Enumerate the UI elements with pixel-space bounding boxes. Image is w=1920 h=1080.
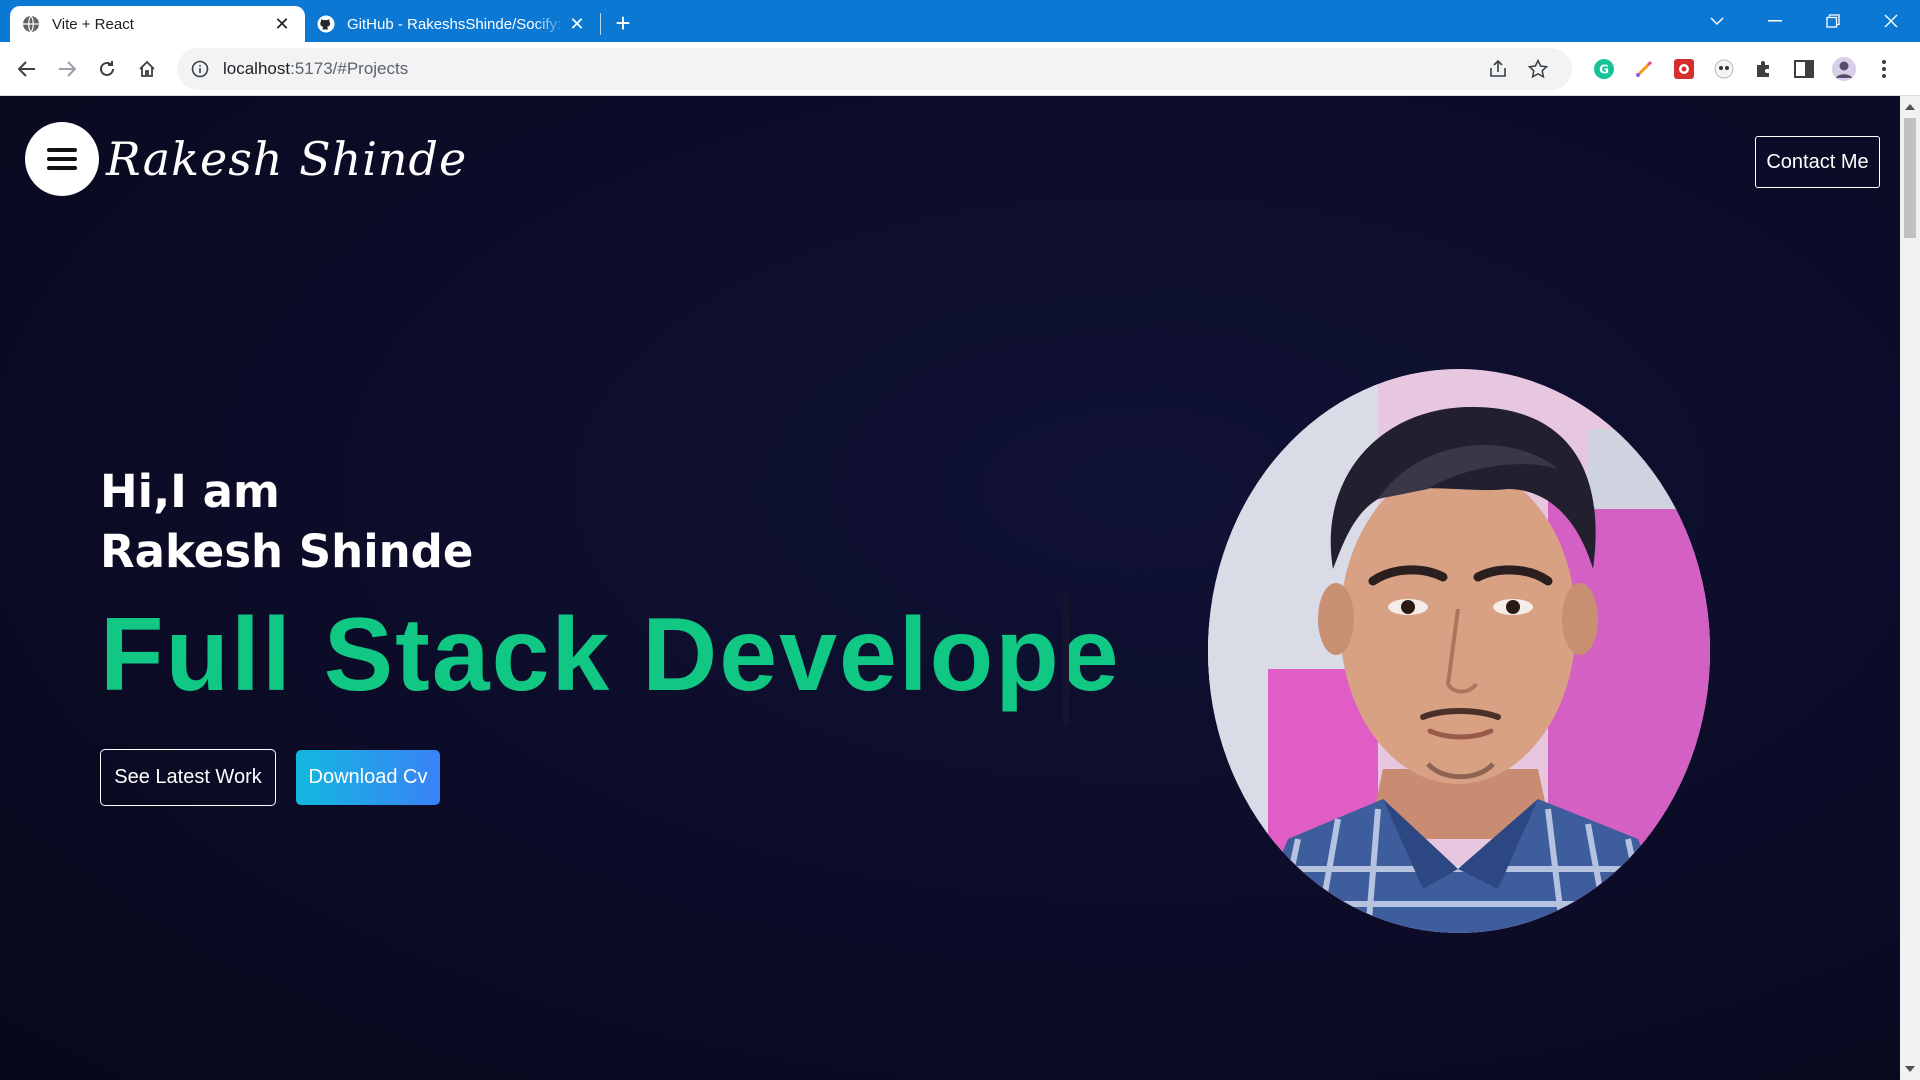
close-tab-icon[interactable]: ✕ xyxy=(271,14,293,35)
extension-red-icon[interactable] xyxy=(1664,49,1704,89)
profile-photo xyxy=(1208,369,1710,933)
url-path: :5173/#Projects xyxy=(290,58,409,78)
page-scrollbar[interactable] xyxy=(1900,96,1920,1080)
restore-icon[interactable] xyxy=(1804,0,1862,42)
tab-title: GitHub - RakeshsShinde/Socify: xyxy=(347,15,562,33)
share-icon[interactable] xyxy=(1478,49,1518,89)
minimize-icon[interactable] xyxy=(1746,0,1804,42)
globe-icon xyxy=(23,15,39,33)
typewriter-caret xyxy=(1063,594,1069,726)
scroll-up-arrow-icon[interactable] xyxy=(1905,104,1915,110)
back-button[interactable] xyxy=(7,49,47,89)
tab-github[interactable]: GitHub - RakeshsShinde/Socify: ✕ xyxy=(305,6,600,42)
close-tab-icon[interactable]: ✕ xyxy=(566,14,588,35)
browser-toolbar: localhost:5173/#Projects G xyxy=(0,42,1920,96)
tab-search-icon[interactable] xyxy=(1688,0,1746,42)
reload-button[interactable] xyxy=(87,49,127,89)
address-bar[interactable]: localhost:5173/#Projects xyxy=(177,47,1572,90)
window-controls xyxy=(1688,0,1920,42)
tab-title: Vite + React xyxy=(52,15,134,33)
contact-me-button[interactable]: Contact Me xyxy=(1755,136,1880,188)
svg-text:G: G xyxy=(1599,62,1609,76)
scrollbar-thumb[interactable] xyxy=(1904,118,1916,238)
extensions-puzzle-icon[interactable] xyxy=(1744,49,1784,89)
site-info-icon[interactable] xyxy=(191,60,209,78)
extensions-area: G xyxy=(1584,49,1904,89)
hamburger-menu-button[interactable] xyxy=(25,122,99,196)
close-window-icon[interactable] xyxy=(1862,0,1920,42)
chrome-menu-icon[interactable] xyxy=(1864,49,1904,89)
hero-greeting: Hi,I am Rakesh Shinde xyxy=(100,462,473,582)
tab-vite-react[interactable]: Vite + React ✕ xyxy=(10,6,305,42)
extension-panda-icon[interactable] xyxy=(1704,49,1744,89)
url-host: localhost xyxy=(223,58,291,78)
forward-button[interactable] xyxy=(47,49,87,89)
download-cv-button[interactable]: Download Cv xyxy=(296,750,440,805)
github-icon xyxy=(317,15,335,33)
site-logo[interactable]: Rakesh Shinde xyxy=(106,132,467,186)
color-picker-icon[interactable] xyxy=(1624,49,1664,89)
bookmark-star-icon[interactable] xyxy=(1518,49,1558,89)
scroll-down-arrow-icon[interactable] xyxy=(1905,1066,1915,1072)
url-text: localhost:5173/#Projects xyxy=(223,59,1478,79)
grammarly-icon[interactable]: G xyxy=(1584,49,1624,89)
new-tab-button[interactable]: + xyxy=(601,6,645,42)
browser-tab-bar: Vite + React ✕ GitHub - RakeshsShinde/So… xyxy=(0,0,1920,42)
side-panel-icon[interactable] xyxy=(1784,49,1824,89)
see-latest-work-button[interactable]: See Latest Work xyxy=(100,749,276,806)
greeting-line-1: Hi,I am xyxy=(100,465,280,518)
portrait-illustration xyxy=(1208,369,1710,933)
hamburger-icon xyxy=(47,148,77,170)
home-button[interactable] xyxy=(127,49,167,89)
hero-role-typewriter: Full Stack Develope xyxy=(100,597,1121,713)
profile-avatar-icon[interactable] xyxy=(1824,49,1864,89)
greeting-name: Rakesh Shinde xyxy=(100,525,474,578)
page-viewport: Rakesh Shinde Contact Me Hi,I am Rakesh … xyxy=(0,96,1900,1080)
